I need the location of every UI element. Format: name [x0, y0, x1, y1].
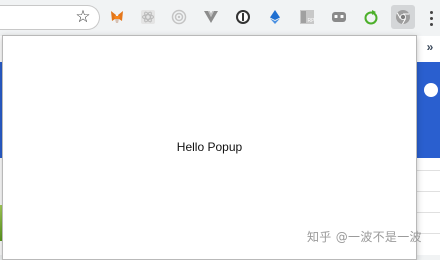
onepassword-icon[interactable] — [234, 8, 252, 26]
browser-toolbar: ☆ RP — [0, 0, 440, 36]
bookmarks-overflow-chevron-icon[interactable]: » — [423, 40, 437, 54]
ethereum-icon[interactable] — [266, 8, 284, 26]
target-icon[interactable] — [170, 8, 188, 26]
extension-popup: Hello Popup — [2, 35, 417, 260]
page-banner-right — [417, 62, 440, 158]
toggle-knob[interactable] — [424, 83, 438, 97]
react-devtools-icon[interactable] — [139, 8, 157, 26]
address-bar[interactable]: ☆ — [0, 5, 100, 30]
bookmark-star-icon[interactable]: ☆ — [74, 8, 92, 26]
metamask-fox-icon[interactable] — [108, 8, 126, 26]
refresh-leaf-icon[interactable] — [362, 8, 380, 26]
svg-text:RP: RP — [308, 18, 315, 24]
rp-icon[interactable]: RP — [298, 8, 316, 26]
gamepad-icon[interactable] — [330, 8, 348, 26]
browser-menu-icon[interactable] — [425, 8, 437, 28]
vue-devtools-icon[interactable] — [202, 8, 220, 26]
popup-message: Hello Popup — [176, 140, 243, 154]
chrome-extension-icon[interactable] — [391, 5, 415, 29]
watermark-text: 知乎 @一波不是一波 — [307, 230, 422, 244]
